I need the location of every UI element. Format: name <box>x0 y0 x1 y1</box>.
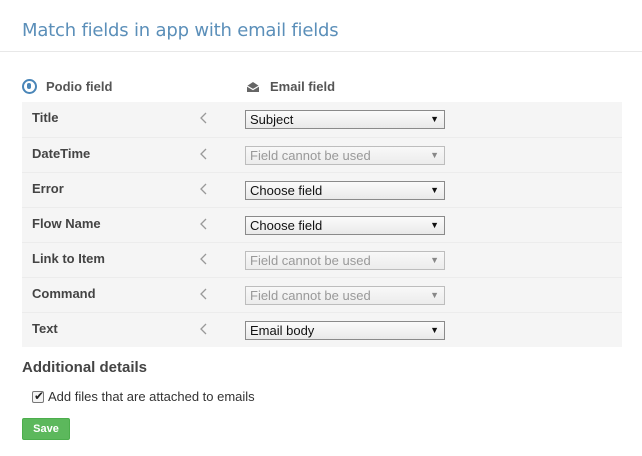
chevron-left-icon <box>200 253 207 265</box>
podio-field-name: Link to Item <box>32 251 105 266</box>
chevron-left-icon <box>200 323 207 335</box>
chevron-left-icon <box>200 148 207 160</box>
podio-logo-icon <box>22 79 37 94</box>
mapping-row: Title Subject ▼ <box>22 102 622 137</box>
mapping-row: DateTime Field cannot be used ▼ <box>22 137 622 172</box>
additional-details-heading: Additional details <box>22 359 148 376</box>
checkmark-icon: ✔ <box>34 388 45 403</box>
podio-field-name: Text <box>32 321 58 336</box>
email-field-select: Field cannot be used ▼ <box>245 286 445 305</box>
email-field-select[interactable]: Subject ▼ <box>245 110 445 129</box>
envelope-icon <box>246 81 260 92</box>
email-field-select[interactable]: Choose field ▼ <box>245 181 445 200</box>
podio-field-label: Podio field <box>46 79 113 94</box>
chevron-left-icon <box>200 112 207 124</box>
attach-files-checkbox[interactable]: ✔ <box>32 388 45 403</box>
dropdown-arrow-icon: ▼ <box>430 290 439 300</box>
podio-field-header: Podio field <box>22 79 112 94</box>
email-field-select: Field cannot be used ▼ <box>245 146 445 165</box>
dropdown-arrow-icon: ▼ <box>430 114 439 124</box>
dropdown-arrow-icon: ▼ <box>430 255 439 265</box>
chevron-left-icon <box>200 183 207 195</box>
podio-field-name: Command <box>32 286 96 301</box>
field-mapping-table: Title Subject ▼ DateTime Field cannot be … <box>22 102 622 347</box>
podio-field-name: Flow Name <box>32 216 101 231</box>
mapping-row: Text Email body ▼ <box>22 312 622 347</box>
dropdown-arrow-icon: ▼ <box>430 185 439 195</box>
chevron-left-icon <box>200 288 207 300</box>
email-field-label: Email field <box>270 79 336 94</box>
email-field-select: Field cannot be used ▼ <box>245 251 445 270</box>
attach-files-label[interactable]: Add files that are attached to emails <box>48 389 255 404</box>
dropdown-arrow-icon: ▼ <box>430 325 439 335</box>
podio-field-name: Error <box>32 181 64 196</box>
mapping-row: Command Field cannot be used ▼ <box>22 277 622 312</box>
page-title: Match fields in app with email fields <box>22 20 339 41</box>
email-field-select[interactable]: Choose field ▼ <box>245 216 445 235</box>
chevron-left-icon <box>200 218 207 230</box>
attach-files-option: ✔ Add files that are attached to emails <box>32 389 255 404</box>
mapping-row: Flow Name Choose field ▼ <box>22 207 622 242</box>
save-button[interactable]: Save <box>22 418 70 440</box>
podio-field-name: DateTime <box>32 146 91 161</box>
email-field-select[interactable]: Email body ▼ <box>245 321 445 340</box>
dropdown-arrow-icon: ▼ <box>430 150 439 160</box>
mapping-row: Link to Item Field cannot be used ▼ <box>22 242 622 277</box>
mapping-row: Error Choose field ▼ <box>22 172 622 207</box>
email-field-header: Email field <box>246 79 335 94</box>
divider <box>0 51 642 52</box>
dropdown-arrow-icon: ▼ <box>430 220 439 230</box>
podio-field-name: Title <box>32 110 59 125</box>
